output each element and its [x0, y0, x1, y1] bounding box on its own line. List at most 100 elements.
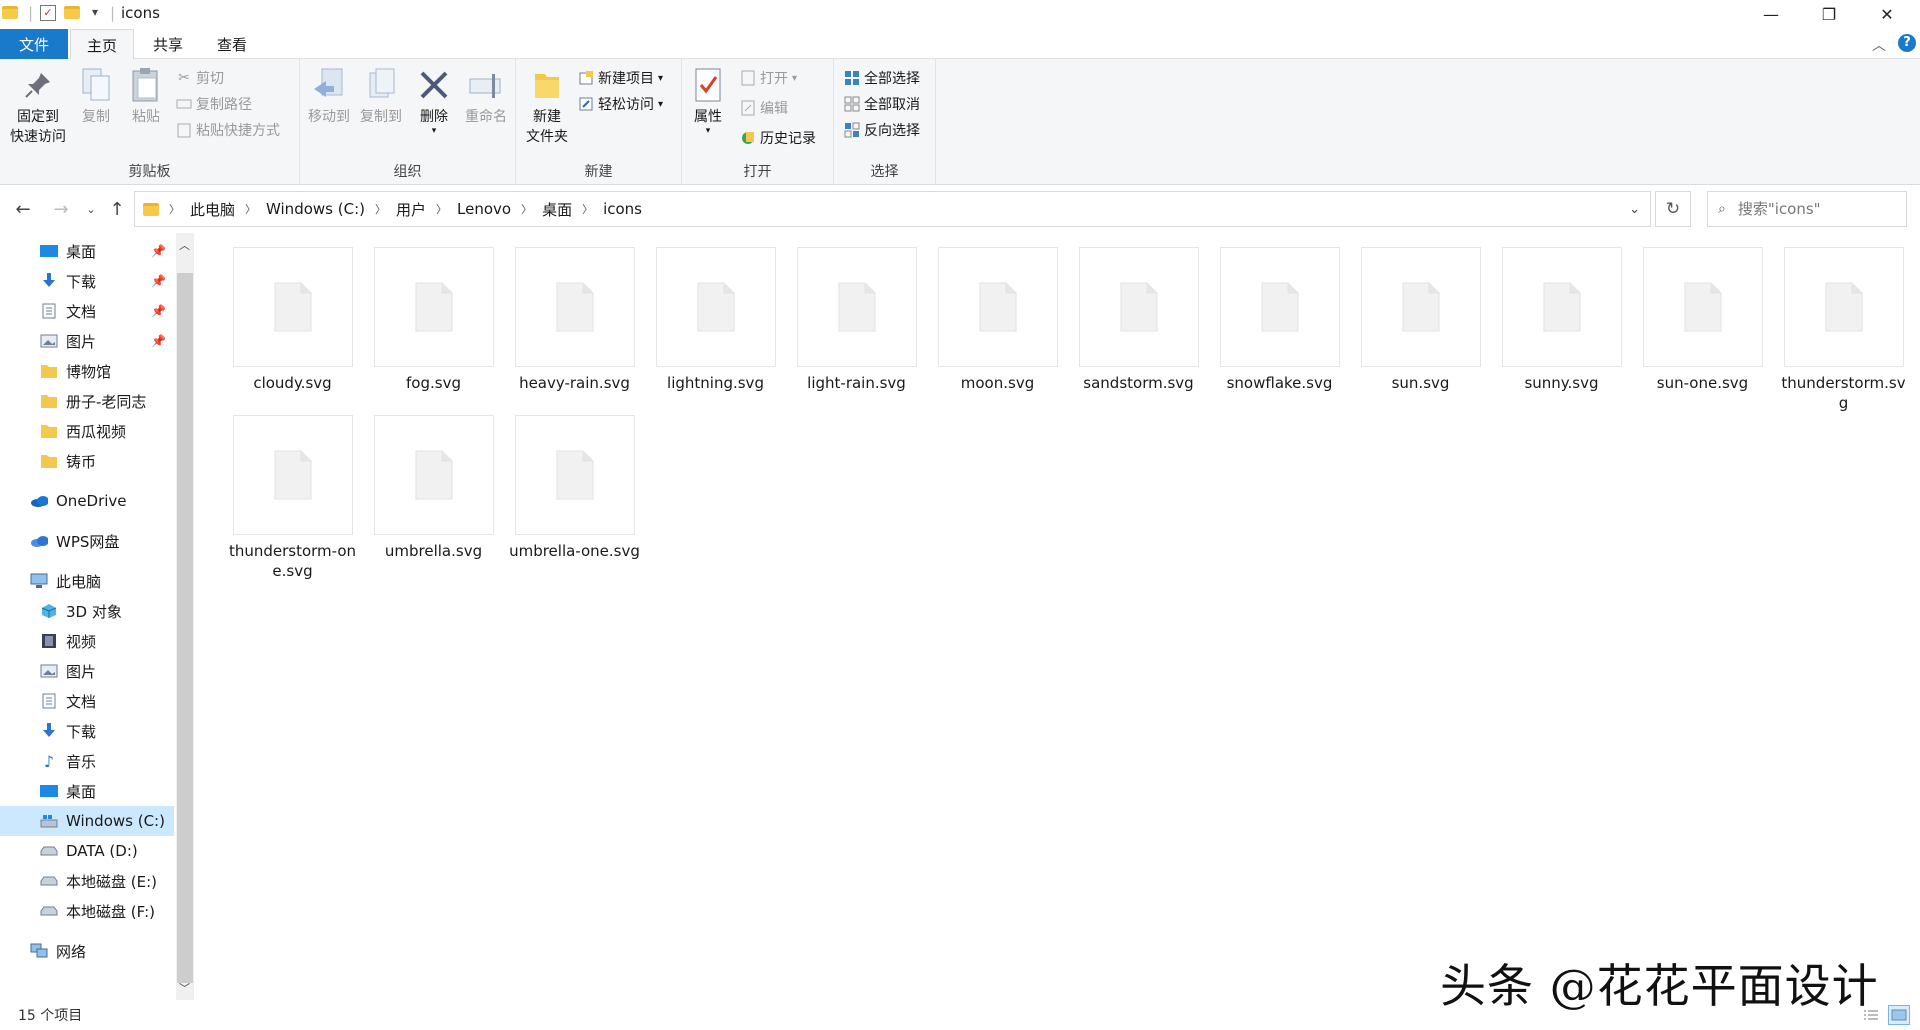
- pin-icon[interactable]: 📌: [151, 304, 166, 318]
- file-item[interactable]: lightning.svg: [645, 247, 786, 393]
- refresh-icon[interactable]: ↻: [1655, 191, 1691, 227]
- file-item[interactable]: sun-one.svg: [1632, 247, 1773, 393]
- open-button[interactable]: 打开 ▾: [740, 67, 797, 89]
- scroll-up-icon[interactable]: ︿: [179, 237, 190, 253]
- nav-item-documents-pc[interactable]: 文档: [0, 686, 174, 716]
- collapse-ribbon-icon[interactable]: ︿: [1872, 35, 1886, 55]
- tab-view[interactable]: 查看: [200, 29, 264, 59]
- tab-home[interactable]: 主页: [70, 29, 134, 60]
- nav-item-music[interactable]: ♪ 音乐: [0, 746, 174, 776]
- nav-item-xigua-video[interactable]: 西瓜视频: [0, 416, 174, 446]
- scrollbar-thumb[interactable]: [177, 273, 193, 983]
- forward-arrow-icon[interactable]: →: [50, 197, 72, 221]
- breadcrumb-users[interactable]: 用户: [390, 199, 432, 220]
- nav-item-wps-drive[interactable]: WPS网盘: [0, 526, 174, 556]
- nav-item-documents[interactable]: 文档 📌: [0, 296, 174, 326]
- nav-item-downloads[interactable]: 下载 📌: [0, 266, 174, 296]
- large-icons-view-icon[interactable]: [1888, 1005, 1910, 1025]
- pin-icon[interactable]: 📌: [151, 244, 166, 258]
- nav-item-drive-c[interactable]: Windows (C:): [0, 806, 174, 836]
- up-arrow-icon[interactable]: ↑: [106, 197, 128, 221]
- pin-icon[interactable]: 📌: [151, 274, 166, 288]
- blank-file-icon: [415, 450, 452, 500]
- new-folder-button[interactable]: 新建 文件夹: [522, 67, 572, 147]
- nav-item-museum[interactable]: 博物馆: [0, 356, 174, 386]
- nav-item-downloads-pc[interactable]: 下载: [0, 716, 174, 746]
- scroll-down-icon[interactable]: ﹀: [179, 980, 190, 996]
- history-button[interactable]: 历史记录: [740, 127, 816, 149]
- file-item[interactable]: heavy-rain.svg: [504, 247, 645, 393]
- search-input[interactable]: [1737, 200, 1888, 218]
- nav-item-pictures[interactable]: 图片 📌: [0, 326, 174, 356]
- delete-dropdown-icon[interactable]: ▾: [412, 127, 456, 136]
- properties-button[interactable]: 属性 ▾: [686, 67, 730, 136]
- file-item[interactable]: light-rain.svg: [786, 247, 927, 393]
- move-to-button[interactable]: 移动到: [304, 67, 354, 127]
- easy-access-button[interactable]: 轻松访问 ▾: [578, 93, 663, 115]
- nav-item-coins[interactable]: 铸币: [0, 446, 174, 476]
- file-item[interactable]: thunderstorm-one.svg: [222, 415, 363, 581]
- file-item[interactable]: cloudy.svg: [222, 247, 363, 393]
- breadcrumb-drive-c[interactable]: Windows (C:): [260, 200, 371, 218]
- breadcrumb-desktop[interactable]: 桌面: [536, 199, 578, 220]
- select-all-button[interactable]: 全部选择: [844, 67, 920, 89]
- file-thumbnail: [1642, 247, 1763, 367]
- close-button[interactable]: ✕: [1858, 0, 1916, 29]
- pin-icon[interactable]: 📌: [151, 334, 166, 348]
- nav-item-desktop-pc[interactable]: 桌面: [0, 776, 174, 806]
- nav-item-desktop[interactable]: 桌面 📌: [0, 236, 174, 266]
- copy-path-button[interactable]: 复制路径: [176, 93, 252, 115]
- paste-button[interactable]: 粘贴: [124, 67, 168, 127]
- nav-item-label: 下载: [66, 272, 97, 291]
- copy-to-button[interactable]: 复制到: [356, 67, 406, 127]
- tab-file[interactable]: 文件: [0, 29, 68, 59]
- search-box[interactable]: ⌕: [1707, 191, 1907, 227]
- file-item[interactable]: sandstorm.svg: [1068, 247, 1209, 393]
- address-dropdown-icon[interactable]: ⌄: [1629, 202, 1640, 217]
- help-icon[interactable]: ?: [1898, 34, 1916, 52]
- file-item[interactable]: fog.svg: [363, 247, 504, 393]
- minimize-button[interactable]: —: [1742, 0, 1800, 29]
- nav-item-booklet[interactable]: 册子-老同志: [0, 386, 174, 416]
- edit-button[interactable]: 编辑: [740, 97, 788, 119]
- paste-shortcut-button[interactable]: 粘贴快捷方式: [176, 119, 280, 141]
- nav-item-network[interactable]: 网络: [0, 936, 174, 966]
- file-item[interactable]: thunderstorm.svg: [1773, 247, 1914, 413]
- nav-item-3d-objects[interactable]: 3D 对象: [0, 596, 174, 626]
- address-bar[interactable]: 〉 此电脑 〉 Windows (C:) 〉 用户 〉 Lenovo 〉 桌面 …: [134, 191, 1651, 227]
- nav-item-videos[interactable]: 视频: [0, 626, 174, 656]
- rename-button[interactable]: 重命名: [460, 67, 512, 127]
- new-item-button[interactable]: 新建项目 ▾: [578, 67, 663, 89]
- back-arrow-icon[interactable]: ←: [12, 197, 34, 221]
- new-folder-icon[interactable]: [64, 6, 80, 19]
- maximize-button[interactable]: ❐: [1800, 0, 1858, 29]
- nav-item-drive-d[interactable]: DATA (D:): [0, 836, 174, 866]
- breadcrumb-lenovo[interactable]: Lenovo: [451, 200, 517, 218]
- file-item[interactable]: sunny.svg: [1491, 247, 1632, 393]
- delete-button[interactable]: 删除 ▾: [412, 67, 456, 136]
- recent-locations-chevron-icon[interactable]: ⌄: [80, 197, 102, 221]
- file-item[interactable]: snowflake.svg: [1209, 247, 1350, 393]
- breadcrumb-this-pc[interactable]: 此电脑: [184, 199, 241, 220]
- file-item[interactable]: umbrella-one.svg: [504, 415, 645, 561]
- pin-quick-access-button[interactable]: 固定到 快速访问: [6, 67, 70, 147]
- nav-item-pictures-pc[interactable]: 图片: [0, 656, 174, 686]
- properties-dropdown-icon[interactable]: ▾: [686, 127, 730, 136]
- breadcrumb-icons[interactable]: icons: [597, 200, 648, 218]
- cut-button[interactable]: ✂ 剪切: [176, 67, 224, 89]
- nav-item-drive-f[interactable]: 本地磁盘 (F:): [0, 896, 174, 926]
- nav-item-this-pc[interactable]: 此电脑: [0, 566, 174, 596]
- file-item[interactable]: sun.svg: [1350, 247, 1491, 393]
- navigation-scrollbar[interactable]: ︿ ﹀: [176, 233, 194, 1000]
- nav-item-onedrive[interactable]: OneDrive: [0, 486, 174, 516]
- copy-button[interactable]: 复制: [74, 67, 118, 127]
- tab-share[interactable]: 共享: [136, 29, 200, 59]
- nav-item-drive-e[interactable]: 本地磁盘 (E:): [0, 866, 174, 896]
- invert-selection-button[interactable]: 反向选择: [844, 119, 920, 141]
- edit-label: 编辑: [760, 101, 788, 117]
- properties-check-icon[interactable]: ✓: [40, 5, 56, 21]
- file-item[interactable]: umbrella.svg: [363, 415, 504, 561]
- customize-toolbar-icon[interactable]: ▾: [92, 5, 98, 19]
- select-none-button[interactable]: 全部取消: [844, 93, 920, 115]
- file-item[interactable]: moon.svg: [927, 247, 1068, 393]
